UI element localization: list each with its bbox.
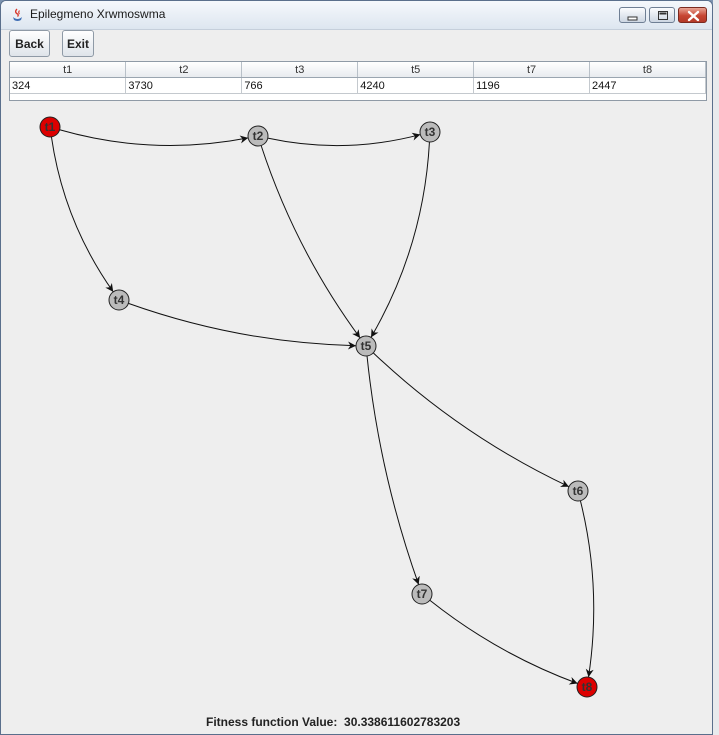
- node-label: t8: [582, 680, 593, 694]
- node-label: t3: [425, 125, 436, 139]
- graph-node-t5[interactable]: t5: [355, 335, 377, 357]
- graph-node-t6[interactable]: t6: [567, 480, 589, 502]
- graph-node-t7[interactable]: t7: [411, 583, 433, 605]
- column-header[interactable]: t5: [357, 62, 475, 78]
- edge-t5-t7: [366, 355, 420, 585]
- edge-t1-t2: [59, 129, 249, 146]
- minimize-button[interactable]: [619, 7, 646, 23]
- exit-button[interactable]: Exit: [62, 30, 94, 57]
- node-label: t7: [417, 587, 428, 601]
- table-row: 324 3730 766 4240 1196 2447: [10, 77, 706, 94]
- values-table: t1 t2 t3 t5 t7 t8 324 3730 766 4240 1196…: [9, 61, 707, 101]
- maximize-button[interactable]: [649, 7, 675, 23]
- graph-canvas: t1 t2 t3 t4 t5 t6 t7 t8: [39, 116, 598, 698]
- edge-t7-t8: [429, 599, 578, 685]
- graph-node-t1[interactable]: t1: [39, 116, 61, 138]
- edge-t5-t6: [372, 352, 570, 488]
- table-cell[interactable]: 1196: [473, 77, 591, 94]
- graph-node-t3[interactable]: t3: [419, 121, 441, 143]
- background-window-edge: [713, 0, 719, 735]
- maximize-icon: [658, 11, 668, 20]
- column-header[interactable]: t2: [125, 62, 243, 78]
- java-app-icon: [11, 8, 24, 22]
- column-header[interactable]: t1: [10, 62, 127, 78]
- column-header[interactable]: t8: [589, 62, 706, 78]
- main-window: Epilegmeno Xrwmoswma Back Exit t1 t2 t3 …: [0, 0, 713, 735]
- graph-node-t2[interactable]: t2: [247, 125, 269, 147]
- column-header[interactable]: t3: [241, 62, 359, 78]
- node-label: t4: [114, 293, 125, 307]
- edge-t3-t5: [370, 141, 430, 338]
- fitness-value: 30.338611602783203: [344, 715, 461, 729]
- graph-node-t4[interactable]: t4: [108, 289, 130, 311]
- edge-t1-t4: [50, 136, 114, 293]
- fitness-readout: Fitness function Value: 30.3386116027832…: [206, 715, 460, 729]
- title-bar[interactable]: Epilegmeno Xrwmoswma: [1, 1, 712, 30]
- minimize-icon: [627, 16, 638, 21]
- table-cell[interactable]: 2447: [589, 77, 706, 94]
- close-icon: [687, 10, 700, 22]
- node-label: t6: [573, 484, 584, 498]
- node-label: t2: [253, 129, 264, 143]
- fitness-label: Fitness function Value:: [206, 715, 338, 729]
- edge-t2-t5: [260, 145, 361, 339]
- close-button[interactable]: [678, 7, 707, 23]
- table-cell[interactable]: 324: [10, 77, 127, 94]
- table-cell[interactable]: 4240: [357, 77, 475, 94]
- column-header[interactable]: t7: [473, 62, 591, 78]
- table-cell[interactable]: 766: [241, 77, 359, 94]
- edge-t2-t3: [267, 132, 421, 147]
- edge-t6-t8: [579, 500, 595, 678]
- toolbar: Back Exit: [1, 30, 712, 60]
- back-button[interactable]: Back: [9, 30, 50, 57]
- table-cell[interactable]: 3730: [125, 77, 243, 94]
- node-label: t1: [45, 120, 56, 134]
- node-label: t5: [361, 339, 372, 353]
- edge-t4-t5: [128, 302, 357, 350]
- graph-node-t8[interactable]: t8: [576, 676, 598, 698]
- window-title: Epilegmeno Xrwmoswma: [30, 7, 166, 21]
- table-header-row: t1 t2 t3 t5 t7 t8: [10, 62, 706, 78]
